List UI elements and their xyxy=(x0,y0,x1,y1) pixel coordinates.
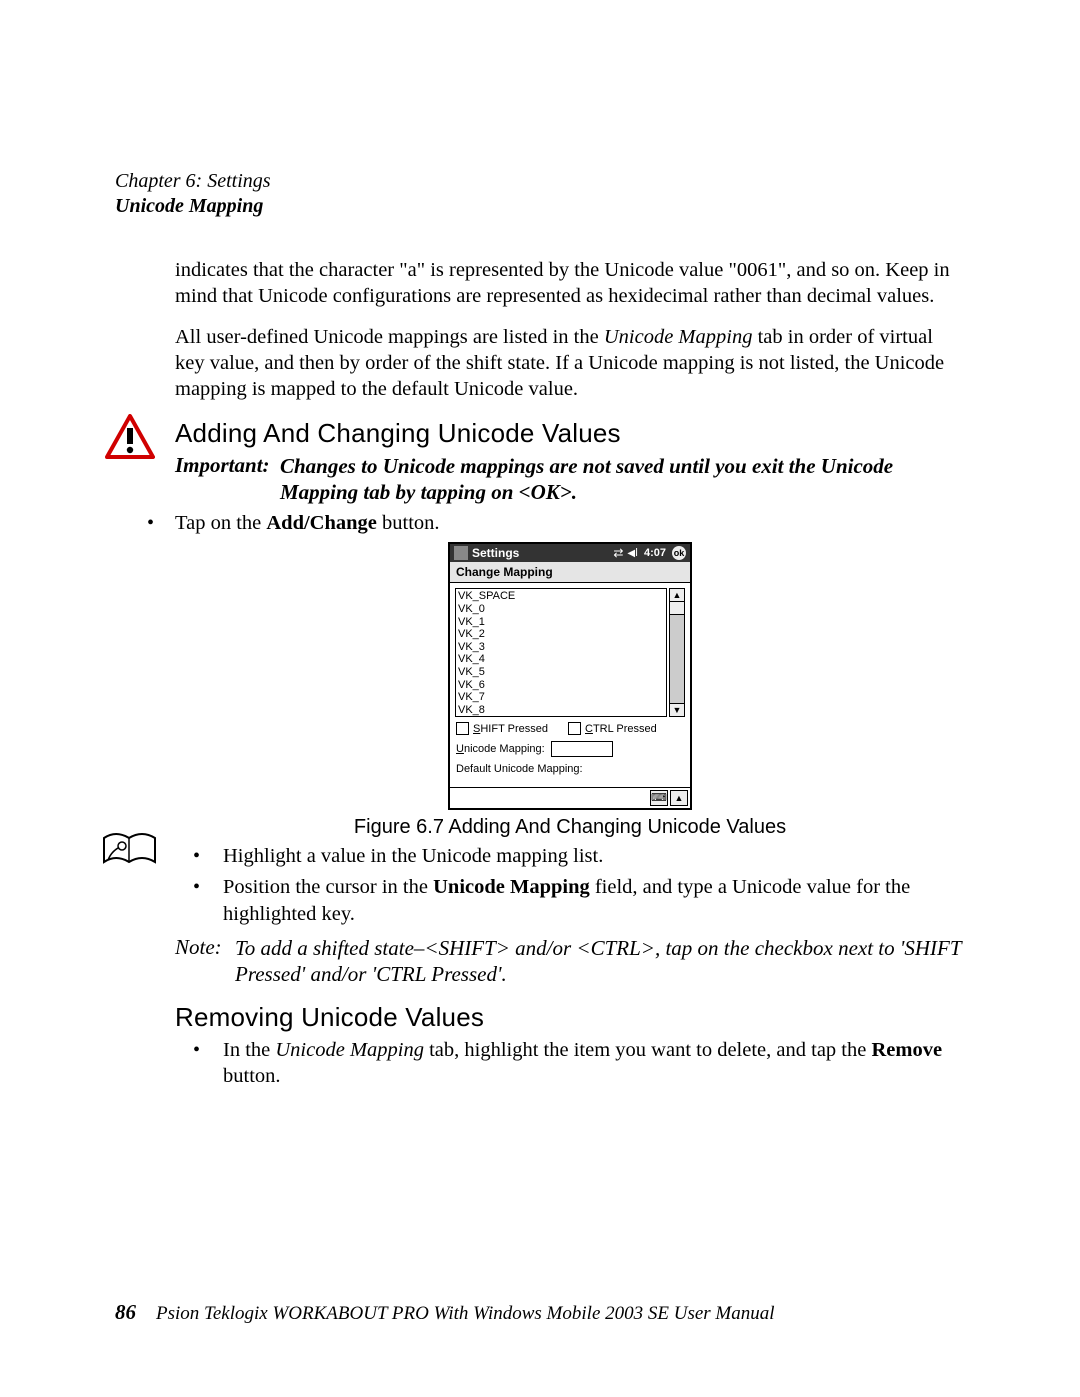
bullet-list-2: Highlight a value in the Unicode mapping… xyxy=(175,843,965,927)
vk-listbox[interactable]: VK_SPACE VK_0 VK_1 VK_2 VK_3 VK_4 VK_5 V… xyxy=(455,588,667,717)
list-item[interactable]: VK_SPACE xyxy=(458,590,515,602)
speaker-icon: ǀ xyxy=(627,547,638,559)
list-item: Tap on the Add/Change button. xyxy=(135,510,965,537)
shift-pressed-label: SHIFT Pressed xyxy=(473,723,548,735)
heading-removing: Removing Unicode Values xyxy=(175,1002,965,1033)
open-book-icon xyxy=(102,830,157,870)
note-pre: To add a shifted state xyxy=(235,936,414,960)
bullet-list-3: In the Unicode Mapping tab, highlight th… xyxy=(175,1037,965,1090)
list-item: Position the cursor in the Unicode Mappi… xyxy=(175,874,965,927)
li-pre: Tap on the xyxy=(175,512,266,534)
page: Chapter 6: Settings Unicode Mapping indi… xyxy=(0,0,1080,1397)
footer-text: Psion Teklogix WORKABOUT PRO With Window… xyxy=(156,1303,775,1325)
li-bold: Unicode Mapping xyxy=(433,876,590,898)
device-titlebar: Settings ǀ 4:07 ok xyxy=(450,544,690,562)
heading-adding-changing: Adding And Changing Unicode Values xyxy=(175,418,965,449)
page-footer: 86 Psion Teklogix WORKABOUT PRO With Win… xyxy=(115,1300,965,1325)
device-bottom-bar xyxy=(450,787,690,808)
scroll-thumb[interactable] xyxy=(670,602,684,615)
device-time: 4:07 xyxy=(642,547,668,559)
scroll-track[interactable] xyxy=(670,615,684,703)
ctrl-pressed-checkbox[interactable]: CTRL Pressed xyxy=(568,722,657,735)
shift-pressed-checkbox[interactable]: SHIFT Pressed xyxy=(456,722,548,735)
important-body: Changes to Unicode mappings are not save… xyxy=(280,453,965,506)
note-body: To add a shifted state–<SHIFT> and/or <C… xyxy=(235,935,965,988)
figure-6-7: Settings ǀ 4:07 ok Change Mapping VK_SPA… xyxy=(175,542,965,839)
note-block: Note: To add a shifted state–<SHIFT> and… xyxy=(175,935,965,988)
ctrl-pressed-label: CTRL Pressed xyxy=(585,723,657,735)
list-item[interactable]: VK_7 xyxy=(458,691,485,703)
section-line: Unicode Mapping xyxy=(115,195,965,218)
note-label: Note: xyxy=(175,935,235,960)
li-post: button. xyxy=(377,512,440,534)
important-label: Important: xyxy=(175,453,280,478)
p2-pre: All user-defined Unicode mappings are li… xyxy=(175,326,604,348)
ok-button[interactable]: ok xyxy=(672,546,686,560)
list-item: In the Unicode Mapping tab, highlight th… xyxy=(175,1037,965,1090)
scroll-down-icon[interactable] xyxy=(670,703,684,716)
device-screenshot: Settings ǀ 4:07 ok Change Mapping VK_SPA… xyxy=(448,542,692,810)
chapter-line: Chapter 6: Settings xyxy=(115,170,965,193)
paragraph-1: indicates that the character "a" is repr… xyxy=(175,258,965,309)
li-post: button. xyxy=(223,1065,281,1087)
list-item[interactable]: VK_2 xyxy=(458,628,485,640)
note-dash: – xyxy=(414,936,425,960)
list-item[interactable]: VK_4 xyxy=(458,653,485,665)
checkbox-icon[interactable] xyxy=(456,722,469,735)
list-item[interactable]: VK_1 xyxy=(458,616,485,628)
bullet-list-1: Tap on the Add/Change button. xyxy=(175,510,965,537)
sip-up-icon[interactable] xyxy=(670,790,688,806)
device-title: Settings xyxy=(472,546,609,560)
unicode-mapping-label: Unicode Mapping: xyxy=(456,743,545,755)
default-unicode-mapping-label: Default Unicode Mapping: xyxy=(456,763,583,775)
unicode-mapping-input[interactable] xyxy=(551,741,613,757)
list-item[interactable]: VK_6 xyxy=(458,679,485,691)
list-item[interactable]: VK_0 xyxy=(458,603,485,615)
list-item[interactable]: VK_5 xyxy=(458,666,485,678)
list-item: Highlight a value in the Unicode mapping… xyxy=(175,843,965,870)
li-pre: Position the cursor in the xyxy=(223,876,433,898)
windows-icon xyxy=(454,546,468,560)
li-bold: Add/Change xyxy=(266,512,377,534)
important-note: Important: Changes to Unicode mappings a… xyxy=(175,453,965,506)
page-number: 86 xyxy=(115,1300,136,1325)
paragraph-2: All user-defined Unicode mappings are li… xyxy=(175,325,965,402)
running-header: Chapter 6: Settings Unicode Mapping xyxy=(115,170,965,218)
figure-caption: Figure 6.7 Adding And Changing Unicode V… xyxy=(175,816,965,839)
list-item[interactable]: VK_3 xyxy=(458,641,485,653)
li-mid: tab, highlight the item you want to dele… xyxy=(424,1039,871,1061)
li-pre: In the xyxy=(223,1039,275,1061)
p2-em: Unicode Mapping xyxy=(604,326,753,348)
scroll-up-icon[interactable] xyxy=(670,589,684,602)
li-bold: Remove xyxy=(871,1039,942,1061)
li-em: Unicode Mapping xyxy=(275,1039,424,1061)
scrollbar[interactable] xyxy=(669,588,685,717)
body-content: indicates that the character "a" is repr… xyxy=(175,258,965,1090)
checkbox-icon[interactable] xyxy=(568,722,581,735)
list-item[interactable]: VK_8 xyxy=(458,704,485,716)
device-tab: Change Mapping xyxy=(450,562,690,583)
keyboard-icon[interactable] xyxy=(650,790,668,806)
network-icon xyxy=(613,546,623,560)
warning-triangle-icon xyxy=(105,414,155,459)
